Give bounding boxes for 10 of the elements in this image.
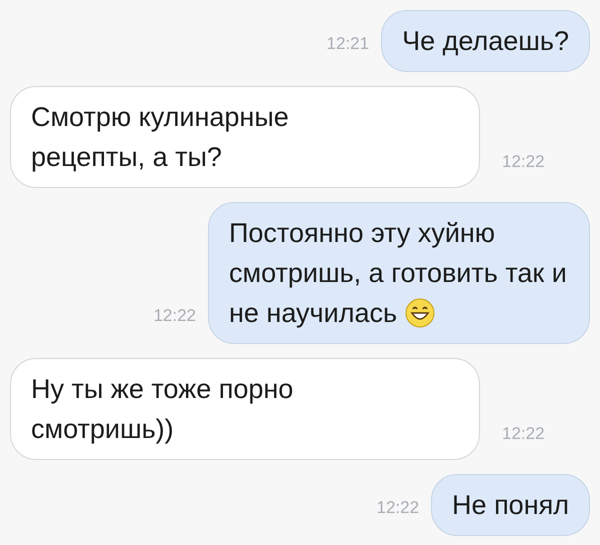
incoming-message-bubble: Смотрю кулинарные рецепты, а ты? <box>10 86 480 188</box>
message-time: 12:21 <box>326 32 370 54</box>
message-time: 12:22 <box>502 150 545 172</box>
message-time: 12:22 <box>502 422 545 444</box>
message-time: 12:22 <box>376 496 420 518</box>
outgoing-message-bubble: Не понял <box>431 474 590 536</box>
outgoing-message-bubble: Че делаешь? <box>381 10 590 72</box>
incoming-message-bubble: Ну ты же тоже порно смотришь)) <box>10 358 480 460</box>
outgoing-message-bubble: Постоянно эту хуйню смотришь, а готовить так и не научилась <box>208 202 590 344</box>
message-time: 12:22 <box>153 304 196 326</box>
